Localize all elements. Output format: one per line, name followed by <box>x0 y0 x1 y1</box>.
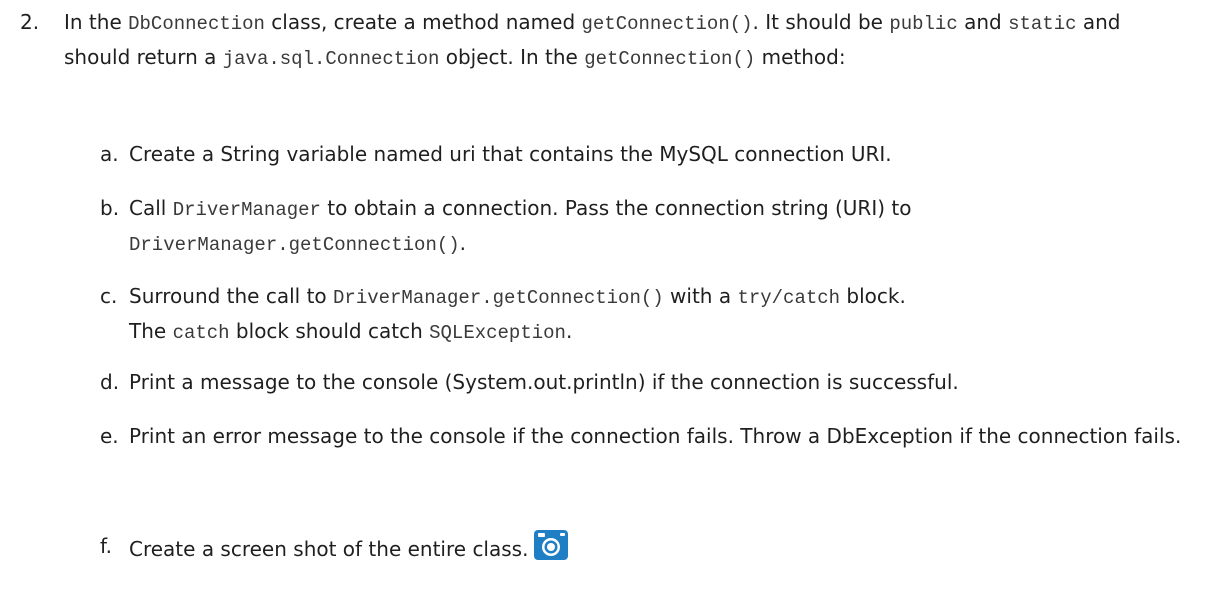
substep-letter: a. <box>100 142 119 166</box>
substep-a-text: Create a String variable named uri that … <box>129 142 892 166</box>
substep-letter: c. <box>100 284 118 308</box>
substep-text-part: with a <box>663 284 738 308</box>
substep-d: d. Print a message to the console (Syste… <box>100 366 1195 399</box>
substep-b: b. Call DriverManager to obtain a connec… <box>100 192 1195 262</box>
substep-text-part: The <box>129 319 173 343</box>
substep-e: e. Print an error message to the console… <box>100 420 1195 453</box>
substep-letter: e. <box>100 424 119 448</box>
substep-text-part: Surround the call to <box>129 284 334 308</box>
step-text-part: object. In the <box>439 45 585 69</box>
step-text-part: . It should be <box>752 10 890 34</box>
step-text-part: and <box>957 10 1009 34</box>
substep-b-text: Call DriverManager to obtain a connectio… <box>129 192 1195 262</box>
code-method-name: getConnection() <box>581 13 753 35</box>
code-return-type: java.sql.Connection <box>222 48 440 70</box>
step-number: 2. <box>20 10 40 34</box>
substep-f-text: Create a screen shot of the entire class… <box>129 530 1195 570</box>
code-try-catch: try/catch <box>737 287 841 309</box>
step-text-part: method: <box>755 45 846 69</box>
code-class-name: DbConnection <box>128 13 265 35</box>
substep-text-part: . <box>459 231 467 255</box>
substep-f: f. Create a screen shot of the entire cl… <box>100 530 1195 570</box>
step-text-part: In the <box>64 10 129 34</box>
step-2-text: In the DbConnection class, create a meth… <box>64 6 1190 76</box>
substep-text-part: . <box>565 319 573 343</box>
code-method-name: getConnection() <box>584 48 756 70</box>
substep-letter: f. <box>100 534 112 558</box>
substep-d-text: Print a message to the console (System.o… <box>129 370 959 394</box>
substep-text-part: to obtain a connection. Pass the connect… <box>320 196 912 220</box>
code-get-connection-call: DriverManager.getConnection() <box>129 234 460 256</box>
code-public-keyword: public <box>889 13 958 35</box>
substep-c-text: Surround the call to DriverManager.getCo… <box>129 280 1195 350</box>
substep-letter: d. <box>100 370 120 394</box>
substep-e-text: Print an error message to the console if… <box>129 424 1182 448</box>
substep-a: a. Create a String variable named uri th… <box>100 138 1195 171</box>
substep-letter: b. <box>100 196 120 220</box>
camera-icon <box>534 530 569 570</box>
substep-c: c. Surround the call to DriverManager.ge… <box>100 280 1195 350</box>
code-static-keyword: static <box>1008 13 1077 35</box>
step-text-part: class, create a method named <box>264 10 582 34</box>
code-driver-manager: DriverManager <box>172 199 321 221</box>
substep-f-label: Create a screen shot of the entire class… <box>129 537 529 561</box>
code-sql-exception: SQLException <box>429 322 566 344</box>
substep-text-part: block should catch <box>229 319 430 343</box>
step-2: 2. In the DbConnection class, create a m… <box>20 6 1190 76</box>
code-get-connection-call: DriverManager.getConnection() <box>333 287 664 309</box>
code-catch-keyword: catch <box>172 322 230 344</box>
substep-text-part: block. <box>840 284 906 308</box>
substep-text-part: Call <box>129 196 173 220</box>
